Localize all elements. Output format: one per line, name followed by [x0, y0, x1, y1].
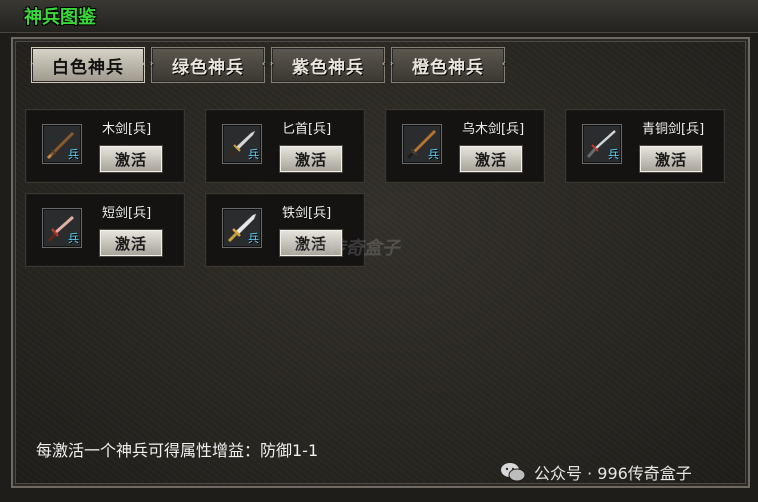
tab-pin-icon: ›: [270, 59, 275, 68]
weapon-tag: 兵: [248, 232, 259, 245]
window-title: 神兵图鉴: [24, 7, 96, 28]
tab-pin-icon: ›: [390, 59, 395, 68]
weapon-tag: 兵: [428, 148, 439, 161]
weapon-slot[interactable]: 兵: [402, 124, 442, 164]
weapon-card-ebony-sword: 兵 乌木剑[兵] 激活: [385, 109, 545, 183]
activate-button[interactable]: 激活: [640, 146, 702, 172]
weapon-card-dagger: 兵 匕首[兵] 激活: [205, 109, 365, 183]
weapon-slot[interactable]: 兵: [42, 124, 82, 164]
weapon-name: 木剑[兵]: [102, 122, 152, 137]
weapon-slot[interactable]: 兵: [42, 208, 82, 248]
weapon-card-wooden-sword: 兵 木剑[兵] 激活: [25, 109, 185, 183]
tab-green-weapons[interactable]: › 绿色神兵 ‹: [150, 47, 267, 83]
weapon-slot[interactable]: 兵: [222, 208, 262, 248]
tab-pin-icon: ‹: [502, 59, 507, 68]
weapon-slot[interactable]: 兵: [582, 124, 622, 164]
tab-purple-weapons[interactable]: › 紫色神兵 ‹: [270, 47, 387, 83]
tab-pin-icon: ›: [30, 59, 35, 68]
activate-button[interactable]: 激活: [100, 146, 162, 172]
tab-label: 橙色神兵: [412, 57, 484, 78]
credit-text: 公众号 · 996传奇盒子: [534, 464, 692, 483]
tab-pin-icon: ‹: [142, 59, 147, 68]
tab-pin-icon: ›: [150, 59, 155, 68]
weapon-slot[interactable]: 兵: [222, 124, 262, 164]
weapon-name: 铁剑[兵]: [282, 206, 332, 221]
title-bar: 神兵图鉴: [0, 0, 758, 33]
bonus-description: 每激活一个神兵可得属性增益：防御1-1: [36, 441, 319, 460]
tab-label: 绿色神兵: [172, 57, 244, 78]
weapon-tag: 兵: [68, 148, 79, 161]
weapon-tag: 兵: [608, 148, 619, 161]
weapon-tag: 兵: [68, 232, 79, 245]
activate-button[interactable]: 激活: [100, 230, 162, 256]
tab-label: 白色神兵: [52, 57, 124, 78]
weapon-name: 青铜剑[兵]: [642, 122, 705, 137]
activate-button[interactable]: 激活: [280, 146, 342, 172]
wechat-credit: 公众号 · 996传奇盒子: [500, 460, 692, 484]
tab-orange-weapons[interactable]: › 橙色神兵 ‹: [390, 47, 507, 83]
watermark: 996传奇盒子: [290, 238, 400, 259]
weapon-tag: 兵: [248, 148, 259, 161]
weapon-card-bronze-sword: 兵 青铜剑[兵] 激活: [565, 109, 725, 183]
weapon-name: 匕首[兵]: [282, 122, 332, 137]
activate-button[interactable]: 激活: [460, 146, 522, 172]
weapon-card-short-sword: 兵 短剑[兵] 激活: [25, 193, 185, 267]
tab-label: 紫色神兵: [292, 57, 364, 78]
tab-pin-icon: ‹: [262, 59, 267, 68]
tab-pin-icon: ‹: [382, 59, 387, 68]
tab-white-weapons[interactable]: › 白色神兵 ‹: [30, 47, 147, 83]
wechat-icon: [501, 463, 526, 482]
weapon-name: 乌木剑[兵]: [462, 122, 525, 137]
weapon-name: 短剑[兵]: [102, 206, 152, 221]
